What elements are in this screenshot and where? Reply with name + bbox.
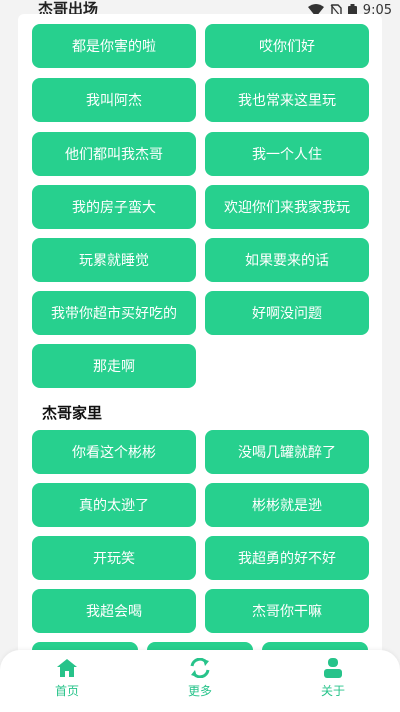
sound-button[interactable]: 我带你超市买好吃的 xyxy=(32,291,196,335)
sound-button[interactable]: 彬彬就是逊 xyxy=(205,483,369,527)
sound-button[interactable]: 没喝几罐就醉了 xyxy=(205,430,369,474)
sound-button[interactable]: 我叫阿杰 xyxy=(32,78,196,122)
nav-item-home[interactable]: 首页 xyxy=(27,658,107,708)
sound-button[interactable]: 我超会喝 xyxy=(32,589,196,633)
sound-button[interactable]: 都是你害的啦 xyxy=(32,24,196,68)
section-title: 杰哥家里 xyxy=(42,404,103,422)
sound-button[interactable]: 我超勇的好不好 xyxy=(205,536,369,580)
sound-button[interactable]: 真的太逊了 xyxy=(32,483,196,527)
nav-label-about: 关于 xyxy=(320,684,345,698)
user-icon xyxy=(324,658,342,678)
sound-button[interactable]: 我的房子蛮大 xyxy=(32,185,196,229)
sound-button[interactable]: 开玩笑 xyxy=(32,536,196,580)
sound-button[interactable]: 欢迎你们来我家我玩 xyxy=(205,185,369,229)
sound-button[interactable]: 我也常来这里玩 xyxy=(205,78,369,122)
sound-button[interactable]: 杰哥你干嘛 xyxy=(205,589,369,633)
sound-button[interactable]: 那走啊 xyxy=(32,344,196,388)
sound-button[interactable]: 你看这个彬彬 xyxy=(32,430,196,474)
sound-button[interactable]: 哎你们好 xyxy=(205,24,369,68)
nav-item-more[interactable]: 更多 xyxy=(160,658,240,708)
nav-label-more: 更多 xyxy=(187,684,212,698)
sound-button[interactable]: 好啊没问题 xyxy=(205,291,369,335)
sound-button[interactable]: 我一个人住 xyxy=(205,132,369,176)
home-icon xyxy=(57,659,77,677)
nav-label-home: 首页 xyxy=(54,684,79,698)
bottom-nav: 首页 更多 关于 xyxy=(0,650,400,712)
nav-item-about[interactable]: 关于 xyxy=(293,658,373,708)
sound-button[interactable]: 他们都叫我杰哥 xyxy=(32,132,196,176)
sound-button[interactable]: 如果要来的话 xyxy=(205,238,369,282)
refresh-icon xyxy=(190,658,210,678)
sound-button[interactable]: 玩累就睡觉 xyxy=(32,238,196,282)
